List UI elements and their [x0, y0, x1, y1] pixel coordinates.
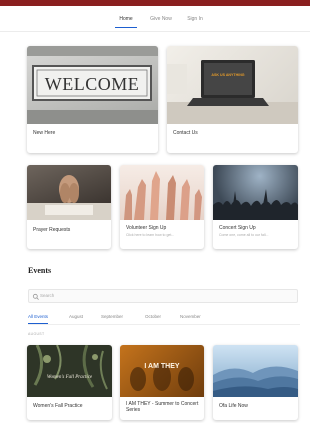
- event-card-ofa-life-now[interactable]: Ofa Life Now: [213, 345, 298, 420]
- welcome-image: WELCOME: [27, 46, 158, 124]
- card-title: Volunteer Sign Up: [126, 225, 167, 231]
- praying-hands-image: [27, 165, 111, 220]
- month-label: AUGUST: [28, 332, 45, 336]
- welcome-sign-text: WELCOME: [44, 74, 140, 94]
- card-subtitle: Come one, come all to our fall...: [219, 233, 269, 237]
- filter-november[interactable]: November: [180, 314, 201, 324]
- filter-september[interactable]: September: [101, 314, 123, 324]
- event-card-womens-fall[interactable]: Women's Fall Practice Women's Fall Pract…: [27, 345, 112, 420]
- raised-hands-image: [120, 165, 204, 220]
- card-title: Prayer Requests: [33, 227, 71, 233]
- main-navigation: Home Give Now Sign In: [0, 6, 310, 32]
- events-search-input[interactable]: Search: [28, 289, 298, 303]
- search-icon: [32, 293, 39, 300]
- card-title: Women's Fall Practice: [33, 403, 83, 409]
- concert-crowd-image: [213, 165, 298, 220]
- signup-card-concert[interactable]: Concert Sign Up Come one, come all to ou…: [213, 165, 298, 249]
- mountains-image: [213, 345, 298, 397]
- card-title: Ofa Life Now: [219, 403, 248, 409]
- card-title: I AM THEY - Summer to Concert Series: [126, 401, 199, 413]
- womens-event-image: Women's Fall Practice: [27, 345, 112, 397]
- card-title: Concert Sign Up: [219, 225, 256, 231]
- i-am-they-image: I AM THEY: [120, 345, 204, 397]
- laptop-screen-text: ASK US ANYTHING: [211, 73, 245, 77]
- events-heading: Events: [28, 266, 52, 275]
- filter-all-events[interactable]: All Events: [28, 314, 49, 324]
- card-title: Contact Us: [173, 130, 198, 136]
- i-am-they-image-text: I AM THEY: [144, 363, 180, 370]
- search-placeholder: Search: [40, 293, 55, 298]
- card-subtitle: Click here to learn how to get...: [126, 233, 175, 237]
- featured-card-new-here[interactable]: WELCOME New Here: [27, 46, 158, 153]
- event-filter-tabs: All Events August September October Nove…: [28, 313, 300, 325]
- signup-card-prayer-requests[interactable]: Prayer Requests: [27, 165, 111, 249]
- event-card-i-am-they[interactable]: I AM THEY I AM THEY - Summer to Concert …: [120, 345, 204, 420]
- card-title: New Here: [33, 130, 56, 136]
- laptop-image: ASK US ANYTHING: [167, 46, 298, 124]
- featured-card-contact-us[interactable]: ASK US ANYTHING Contact Us: [167, 46, 298, 153]
- signup-card-volunteer[interactable]: Volunteer Sign Up Click here to learn ho…: [120, 165, 204, 249]
- tab-give-now[interactable]: Give Now: [147, 14, 175, 28]
- womens-event-image-text: Women's Fall Practice: [46, 375, 93, 380]
- tab-sign-in[interactable]: Sign In: [184, 14, 206, 28]
- tab-home[interactable]: Home: [115, 14, 137, 28]
- filter-august[interactable]: August: [69, 314, 83, 324]
- filter-october[interactable]: October: [145, 314, 161, 324]
